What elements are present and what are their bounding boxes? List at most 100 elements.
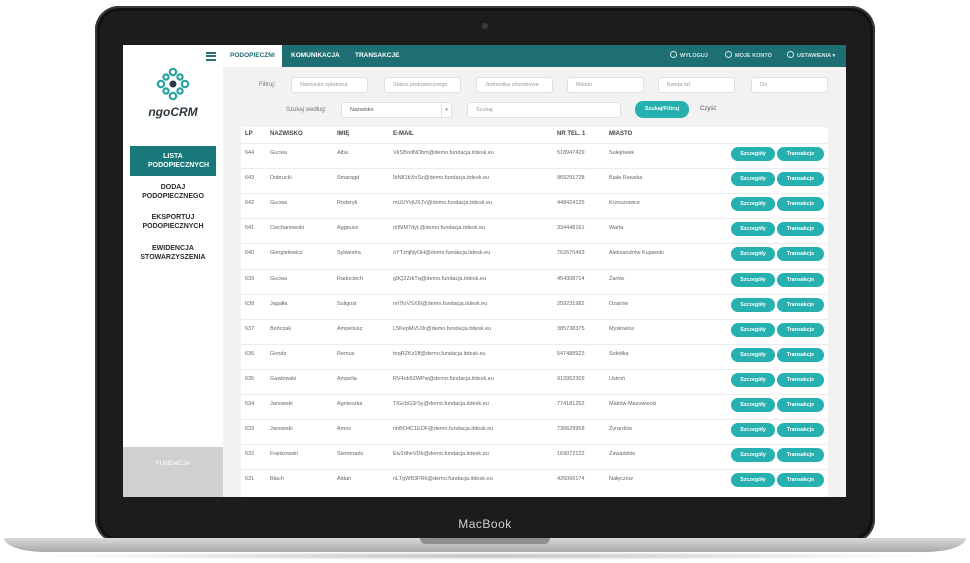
settings-label: USTAWIENIA [797,53,831,59]
tab-transakcje[interactable]: TRANSAKCJE [348,45,406,67]
table-row: 638 Jagałła Suligost mI7loVSX8I@demo.fundac… [241,293,828,320]
sidebar-item-dodaj-podopiecznego[interactable]: DODAJ PODOPIECZNEGO [130,183,216,201]
menu-icon[interactable] [206,52,216,61]
clear-button[interactable]: Czyść [700,101,716,118]
cell-lp: 644 [245,150,255,156]
table-row: 634 Janowski Agnieszka TIGcbG3rSy@demo.fund… [241,394,828,420]
details-button[interactable]: Szczegóły [731,172,775,187]
cell-tel: 334448161 [557,225,585,232]
transactions-button[interactable]: Transakcje [777,322,824,337]
search-input[interactable]: Szukaj [467,102,621,118]
cell-email: TIGcbG3rSy@demo.fundacja.itdesk.eu [393,401,489,407]
column-header-email: E-MAIL [393,131,414,137]
patients-table: LP NAZWISKO IMIĘ E-MAIL NR TEL. 1 MIASTO… [241,127,828,497]
cell-email: nhBO4C1EDF@demo.fundacja.itdesk.eu [393,426,494,433]
transactions-button[interactable]: Transakcje [777,372,824,387]
cell-tel: 965291728 [557,175,585,182]
tab-podopieczni[interactable]: PODOPIECZNI [223,45,282,67]
table-row: 637 Bończak Ampeliusz L5KepMVU3r@demo.funda… [241,318,828,345]
my-account-label: MOJE KONTO [735,53,772,59]
column-header-nazwisko: NAZWISKO [270,131,303,137]
filter-label: Filtruj: [259,82,276,88]
transactions-button[interactable]: Transakcje [777,398,824,412]
transactions-button[interactable]: Transakcje [777,197,824,212]
details-button[interactable]: Szczegóły [731,347,775,362]
sidebar-item-eksportuj-podopiecznych[interactable]: EKSPORTUJ PODOPIECZNYCH [130,213,216,231]
transactions-button[interactable]: Transakcje [777,473,824,488]
column-header-imie: IMIĘ [337,131,350,137]
details-button[interactable]: Szczegóły [731,147,775,161]
transactions-button[interactable]: Transakcje [777,247,824,262]
cell-miasto: Nałęczów [609,476,633,483]
cell-tel: 448424125 [557,200,585,207]
cell-imie: Suligost [337,300,357,307]
cell-imie: Roderyk [337,200,358,207]
sidebar-item-lista-podopiecznych[interactable]: LISTA PODOPIECZNYCH [130,146,216,176]
cell-lp: 643 [245,175,255,182]
cell-lp: 633 [245,426,255,433]
cell-imie: Aidan [337,476,352,483]
filter-city-input[interactable]: Miasto [567,77,644,93]
filter-amount-to-input[interactable]: Do [751,77,828,93]
cell-miasto: Warta [609,225,624,232]
transactions-button[interactable]: Transakcje [777,423,824,438]
cell-imie: Agnieszka [337,401,363,407]
sidebar-item-label: LISTA PODOPIECZNYCH [148,153,210,169]
transactions-button[interactable]: Transakcje [777,347,824,362]
table-row: 632 Frankowski Siemoradz Eiv2dheVDb@demo.fu… [241,444,828,470]
cell-email: Eiv2dheVDb@demo.fundacja.itdesk.eu [393,451,489,458]
cell-nazwisko: Błach [270,476,284,483]
search-by-select[interactable]: Nazwisko ▾ [341,102,452,118]
details-button[interactable]: Szczegóły [731,473,775,488]
cell-nazwisko: Gucwa [270,275,288,282]
search-filter-button[interactable]: Szukaj/Filtruj [635,101,689,118]
transactions-button[interactable]: Transakcje [777,272,824,287]
details-button[interactable]: Szczegóły [731,372,775,387]
logout-link[interactable]: WYLOGUJ [670,45,708,67]
top-navbar: PODOPIECZNI KOMUNIKACJA TRANSAKCJE WYLOG… [223,45,846,67]
filter-disease-input[interactable]: Jednostka chorobowa [476,77,553,93]
details-button[interactable]: Szczegóły [731,247,775,262]
details-button[interactable]: Szczegóły [731,322,775,337]
tab-komunikacja[interactable]: KOMUNIKACJA [284,45,347,67]
table-row: 633 Janowski Amos nhBO4C1EDF@demo.fundacja.… [241,419,828,445]
cell-nazwisko: Bończak [270,325,292,332]
cell-tel: 454308714 [557,275,585,282]
sidebar-item-label: EWIDENCJA STOWARZYSZENIA [140,245,206,261]
my-account-link[interactable]: MOJE KONTO [725,45,772,67]
laptop-shadow [30,552,940,560]
table-row: 635 Gawłowski Ampelia RV4ob52WPw@demo.funda… [241,368,828,395]
sidebar: ngoCRM LISTA PODOPIECZNYCH DODAJ PODOPIE… [123,45,223,497]
cell-lp: 642 [245,200,255,207]
transactions-button[interactable]: Transakcje [777,172,824,187]
details-button[interactable]: Szczegóły [731,222,775,237]
filter-amount-from-input[interactable]: Kwota od [658,77,735,93]
transactions-button[interactable]: Transakcje [777,448,824,463]
logo-text: ngoCRM [148,105,198,119]
details-button[interactable]: Szczegóły [731,423,775,438]
table-row: 643 Dobrucki Smaragd IbN81bXnSz@demo.fundac… [241,168,828,194]
cell-imie: Smaragd [337,175,360,182]
sidebar-item-label: DODAJ PODOPIECZNEGO [142,184,204,200]
filter-status-input[interactable]: Status podopiecznego [384,77,461,93]
cell-email: mI7loVSX8I@demo.fundacja.itdesk.eu [393,300,488,307]
transactions-button[interactable]: Transakcje [777,297,824,312]
sidebar-item-ewidencja-stowarzyszenia[interactable]: EWIDENCJA STOWARZYSZENIA [130,244,216,262]
cell-lp: 636 [245,350,255,357]
transactions-button[interactable]: Transakcje [777,222,824,237]
filter-guardian-surname-input[interactable]: Nazwisko opiekuna [291,77,368,93]
details-button[interactable]: Szczegóły [731,197,775,212]
cell-email: IbN81bXnSz@demo.fundacja.itdesk.eu [393,175,490,182]
transactions-button[interactable]: Transakcje [777,147,824,161]
details-button[interactable]: Szczegóły [731,448,775,463]
settings-menu[interactable]: USTAWIENIA ▾ [787,45,835,67]
table-row: 636 Gondz Remus tnqRZKz1ff@demo.fundacja.it… [241,343,828,370]
app-screen: ngoCRM LISTA PODOPIECZNYCH DODAJ PODOPIE… [123,45,846,497]
details-button[interactable]: Szczegóły [731,297,775,312]
sidebar-footer: FUNDACJA [123,447,223,497]
details-button[interactable]: Szczegóły [731,398,775,412]
cell-nazwisko: Ciechanowski [270,225,304,232]
table-row: 631 Błach Aidan nLTgWB3FR6@demo.fundacja.it… [241,469,828,495]
details-button[interactable]: Szczegóły [731,272,775,287]
cell-nazwisko: Giergielewicz [270,250,303,257]
